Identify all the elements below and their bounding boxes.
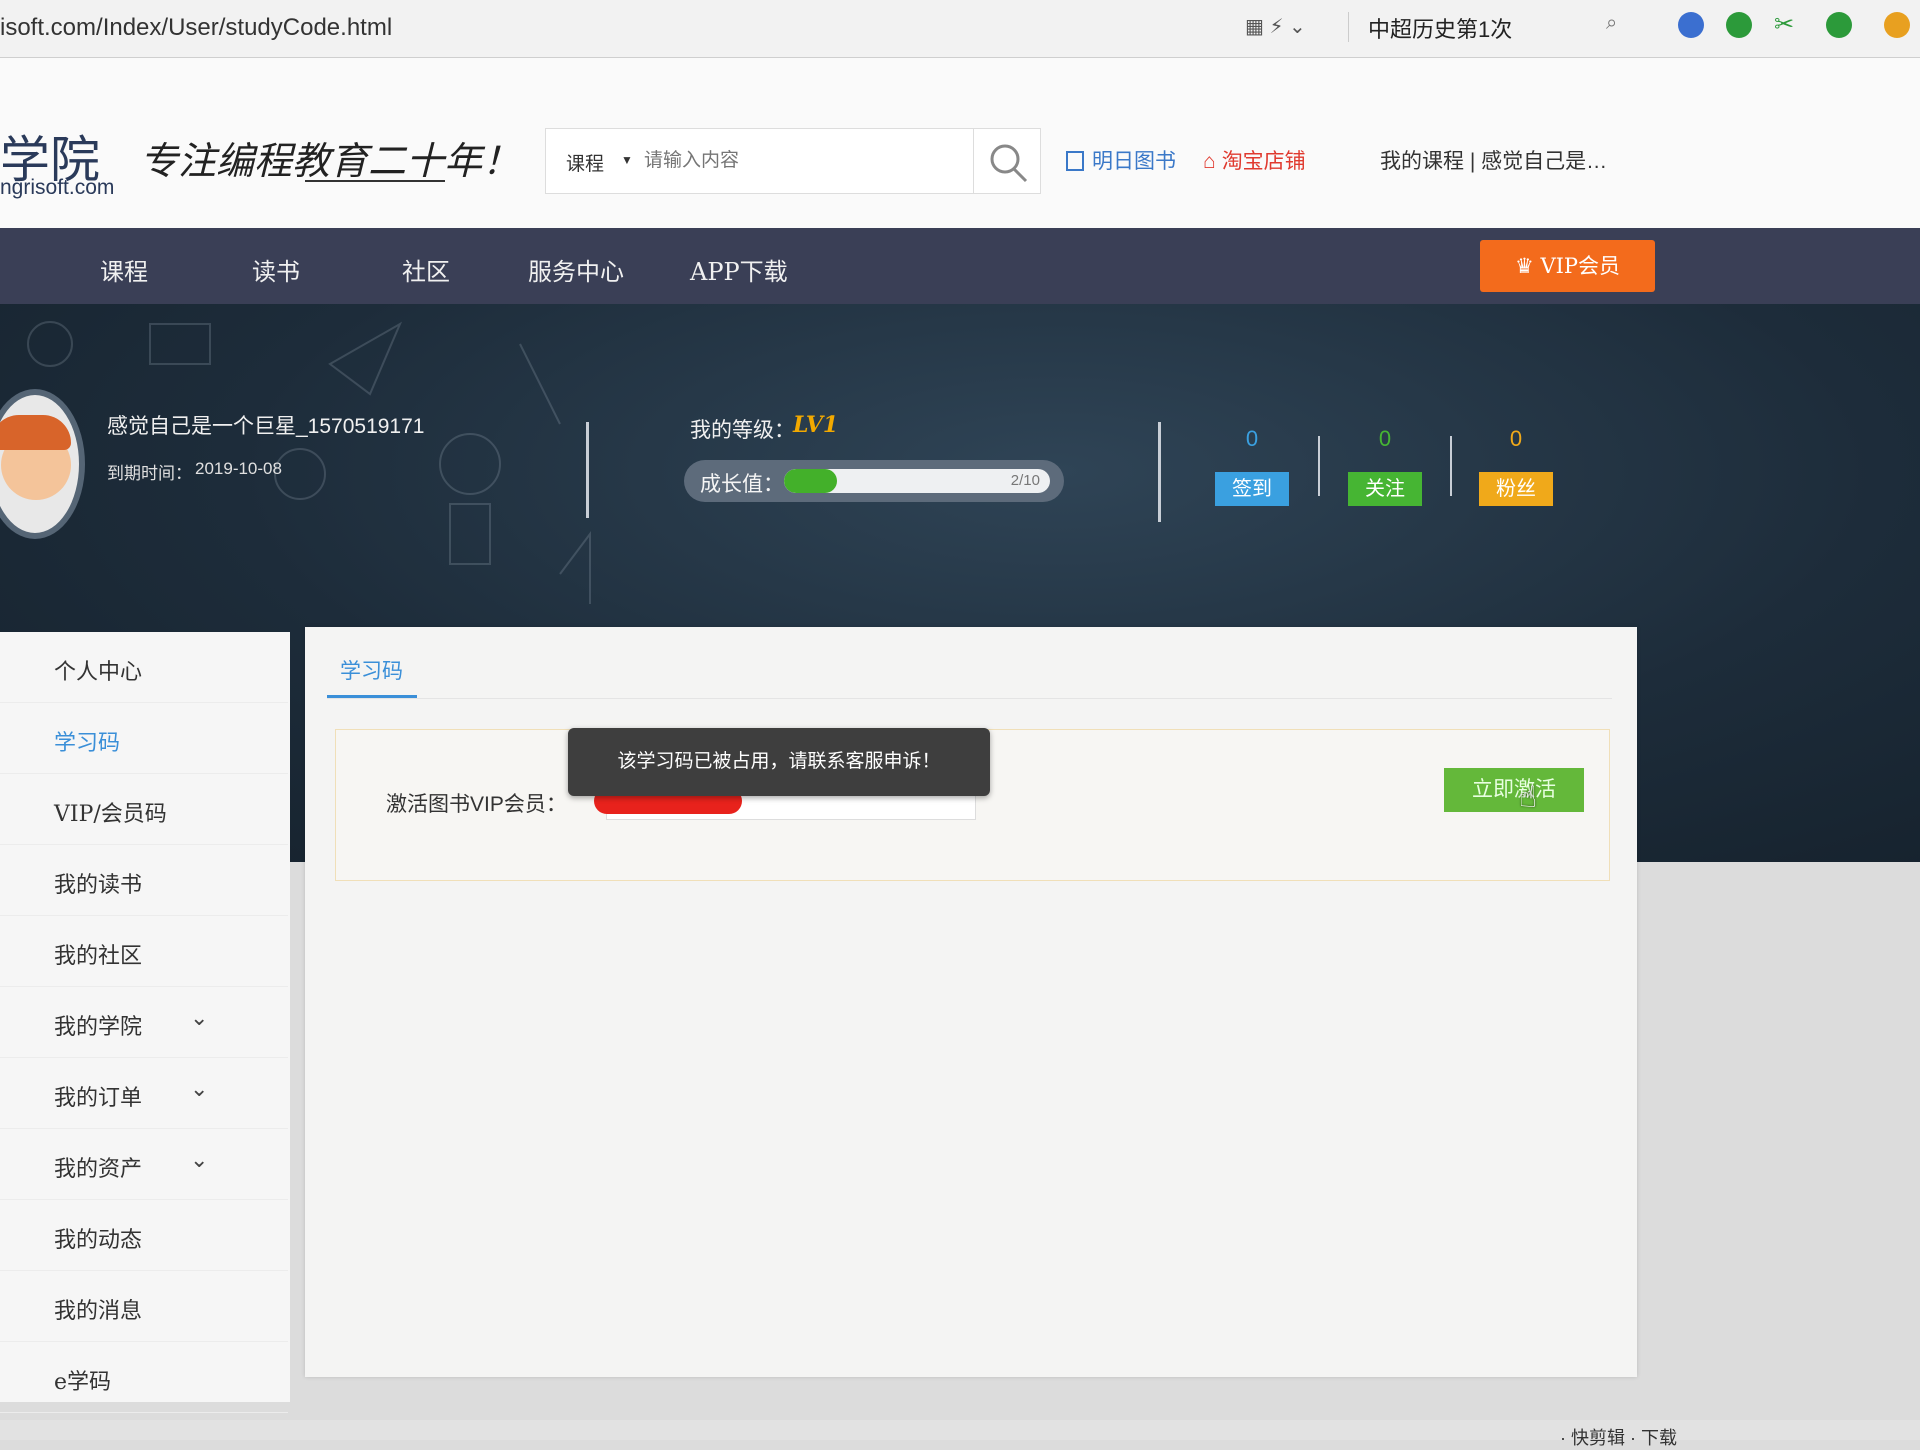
- sidebar-item[interactable]: e学码: [0, 1342, 288, 1413]
- site-search: 课程 ▼: [545, 128, 1041, 194]
- nav-item-community[interactable]: 社区: [402, 252, 450, 287]
- study-code-panel: 学习码 激活图书VIP会员： 立即激活 ☝ 该学习码已被占用，请联系客服申诉！: [305, 627, 1637, 1377]
- search-input[interactable]: [644, 143, 964, 179]
- sidebar-item[interactable]: 我的消息: [0, 1271, 288, 1342]
- sidebar-item-label: VIP/会员码: [54, 802, 167, 827]
- sidebar-item[interactable]: 学习码: [0, 703, 288, 774]
- sidebar-item-label: 我的资产: [54, 1157, 143, 1182]
- browser-action-icons[interactable]: ▦ ⚡ ⌄: [1245, 14, 1306, 39]
- growth-progress-fill: [784, 469, 838, 493]
- sidebar-item-label: 我的订单: [54, 1086, 143, 1111]
- sidebar-item-label: 学习码: [54, 731, 121, 756]
- growth-progress-bar: 2/10: [784, 469, 1050, 493]
- fans-button[interactable]: 粉丝: [1479, 472, 1553, 506]
- taskbar-status[interactable]: · 快剪辑 · 下载: [1560, 1424, 1677, 1450]
- divider: [1318, 436, 1320, 496]
- vip-button[interactable]: ♛ VIP会员: [1480, 240, 1655, 292]
- scissors-icon[interactable]: ✂: [1774, 10, 1794, 39]
- search-button[interactable]: [973, 129, 1041, 193]
- profile-username: 感觉自己是一个巨星_1570519171: [107, 415, 425, 438]
- sidebar-item[interactable]: 我的动态: [0, 1200, 288, 1271]
- browser-search-field[interactable]: 中超历史第1次: [1368, 12, 1512, 44]
- books-link[interactable]: 明日图书: [1066, 145, 1176, 175]
- user-menu-link[interactable]: 我的课程 | 感觉自己是…: [1380, 145, 1607, 175]
- extension-icon[interactable]: [1826, 12, 1852, 38]
- extension-icon[interactable]: [1726, 12, 1752, 38]
- sidebar-item[interactable]: 个人中心: [0, 632, 288, 703]
- search-icon[interactable]: ⌕: [1606, 12, 1617, 35]
- search-category-select[interactable]: 课程: [566, 149, 604, 176]
- checkin-button[interactable]: 签到: [1215, 472, 1289, 506]
- following-count: 0: [1378, 426, 1392, 451]
- divider: [1158, 422, 1161, 522]
- level-label: 我的等级：: [690, 419, 795, 442]
- divider: [1348, 12, 1349, 42]
- sidebar-item-label: 我的动态: [54, 1228, 143, 1253]
- divider: [1450, 436, 1452, 496]
- sidebar-item-label: 个人中心: [54, 660, 143, 685]
- nav-item-reading[interactable]: 读书: [252, 252, 300, 287]
- expiry-date: 2019-10-08: [195, 459, 282, 478]
- browser-toolbar: isoft.com/Index/User/studyCode.html ▦ ⚡ …: [0, 0, 1920, 58]
- book-icon: [1066, 151, 1084, 171]
- nav-item-app[interactable]: APP下载: [690, 252, 788, 287]
- sidebar-item-label: 我的社区: [54, 944, 143, 969]
- error-toast: 该学习码已被占用，请联系客服申诉！: [568, 728, 990, 796]
- site-slogan: 专注编程教育二十年！: [140, 139, 521, 183]
- sidebar-item[interactable]: 我的社区: [0, 916, 288, 987]
- avatar-hair: [0, 415, 71, 450]
- chevron-down-icon[interactable]: ⌄: [190, 1076, 208, 1102]
- activate-button[interactable]: 立即激活: [1444, 768, 1584, 812]
- sidebar-item[interactable]: 我的学院 ⌄: [0, 987, 288, 1058]
- decorative-doodles: [27, 321, 591, 604]
- growth-meter: 成长值： 2/10: [684, 460, 1064, 502]
- caret-down-icon[interactable]: ▼: [621, 153, 633, 167]
- following-button[interactable]: 关注: [1348, 472, 1422, 506]
- site-logo-url: ngrisoft.com: [0, 176, 115, 199]
- divider: [586, 422, 589, 518]
- vip-button-label: VIP会员: [1540, 254, 1621, 278]
- home-icon: ⌂: [1203, 150, 1216, 173]
- sidebar-item[interactable]: VIP/会员码: [0, 774, 288, 845]
- hand-cursor-icon: ☝: [1519, 781, 1538, 814]
- sidebar-item[interactable]: 我的读书: [0, 845, 288, 916]
- expiry-label: 到期时间：: [107, 464, 192, 483]
- taobao-link[interactable]: ⌂ 淘宝店铺: [1203, 145, 1306, 175]
- taobao-link-label: 淘宝店铺: [1221, 150, 1306, 173]
- checkin-count: 0: [1245, 426, 1259, 451]
- chevron-down-icon[interactable]: ⌄: [190, 1005, 208, 1031]
- growth-progress-text: 2/10: [1010, 472, 1040, 489]
- level-value: LV1: [793, 412, 839, 438]
- crown-icon: ♛: [1514, 254, 1534, 278]
- sidebar-item-label: 我的读书: [54, 873, 143, 898]
- address-bar[interactable]: isoft.com/Index/User/studyCode.html: [0, 14, 392, 42]
- sidebar-item-label: 我的消息: [54, 1299, 143, 1324]
- minus-circle-icon[interactable]: [1678, 12, 1704, 38]
- main-nav: 课程 读书 社区 服务中心 APP下载 ♛ VIP会员: [0, 228, 1920, 304]
- user-sidebar: 个人中心学习码 VIP/会员码 我的读书我的社区我的学院 ⌄ 我的订单 ⌄ 我的资产 ⌄ 我的动…: [0, 632, 290, 1413]
- nav-item-courses[interactable]: 课程: [100, 252, 148, 287]
- books-link-label: 明日图书: [1092, 150, 1176, 173]
- activation-label: 激活图书VIP会员：: [386, 793, 567, 816]
- tab-study-code[interactable]: 学习码: [340, 655, 403, 685]
- sidebar-item[interactable]: 我的订单 ⌄: [0, 1058, 288, 1129]
- sidebar-item-label: e学码: [54, 1370, 112, 1395]
- sidebar-item-label: 我的学院: [54, 1015, 143, 1040]
- sidebar-item[interactable]: 我的资产 ⌄: [0, 1129, 288, 1200]
- growth-label: 成长值：: [700, 473, 784, 496]
- shield-icon[interactable]: [1884, 12, 1910, 38]
- tab-divider: [327, 698, 1612, 699]
- search-icon: [990, 144, 1028, 183]
- slogan-underline: [305, 180, 445, 182]
- nav-item-service[interactable]: 服务中心: [528, 252, 624, 287]
- fans-count: 0: [1509, 426, 1523, 451]
- chevron-down-icon[interactable]: ⌄: [190, 1147, 208, 1173]
